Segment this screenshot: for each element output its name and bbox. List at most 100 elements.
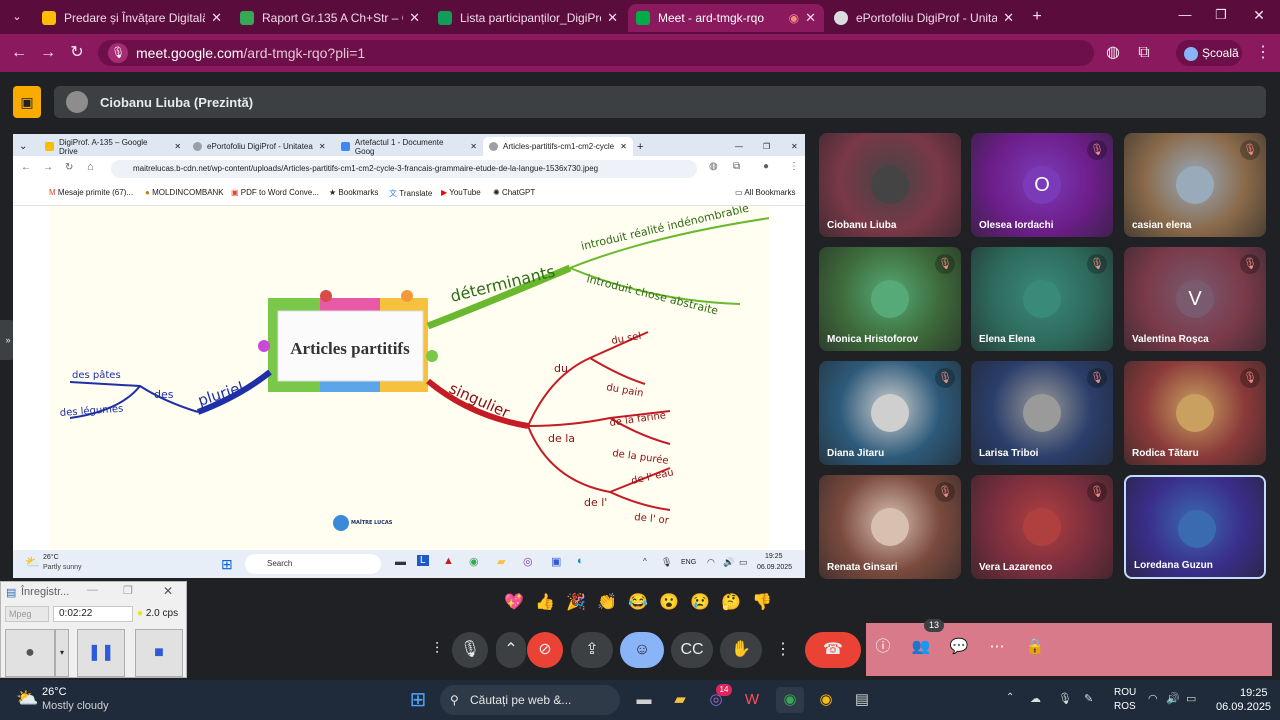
reaction-emoji[interactable]: 👎 (750, 592, 774, 612)
back-button[interactable]: ← (8, 42, 30, 64)
participant-tile[interactable]: 🎙 Monica Hristoforov (819, 247, 961, 351)
reaction-emoji[interactable]: 👍 (533, 592, 557, 612)
reaction-emoji[interactable]: 😮 (657, 592, 681, 612)
emoji-button[interactable]: ☺ (620, 632, 664, 668)
close-icon[interactable]: ✕ (409, 10, 420, 26)
app-icon[interactable]: ▤ (848, 687, 876, 713)
back-icon: ← (21, 162, 31, 173)
file-explorer-icon[interactable]: ▰ (666, 687, 694, 713)
taskbar-search[interactable]: ⚲ Căutați pe web &... (440, 685, 620, 715)
chrome-profile-icon[interactable]: ◉ (812, 687, 840, 713)
activities-icon[interactable]: ⋯ (982, 632, 1012, 662)
reload-icon: ↻ (65, 162, 74, 173)
reaction-emoji[interactable]: 🤔 (719, 592, 743, 612)
close-icon[interactable]: ✕ (607, 10, 618, 26)
windows-start-icon[interactable]: ⊞ (404, 687, 432, 713)
participant-tile[interactable]: 🎙 Elena Elena (971, 247, 1113, 351)
onedrive-icon[interactable]: ☁ (1030, 692, 1041, 705)
people-icon[interactable]: 👥 (906, 632, 936, 662)
new-tab-button[interactable]: + (1026, 6, 1048, 28)
participant-tile[interactable]: 🎙 Renata Ginsari (819, 475, 961, 579)
stop-button[interactable]: ■ (135, 629, 183, 677)
participant-tile[interactable]: 🎙 casian elena (1124, 133, 1266, 237)
tab-raport[interactable]: Raport Gr.135 A Ch+Str – Goog ✕ (232, 4, 428, 32)
forward-button[interactable]: → (37, 42, 59, 64)
recorder-fps: ● 2.0 cps (137, 608, 179, 619)
address-bar[interactable]: 🎙 meet.google.com/ard-tmgk-rqo?pli=1 (98, 40, 1094, 66)
more-options-button[interactable]: ⋮ (769, 632, 797, 668)
menu-kebab-icon[interactable]: ⋮ (1252, 42, 1274, 64)
close-window-button[interactable]: ✕ (1248, 4, 1270, 26)
bookmark-chatgpt: ✺ ChatGPT (493, 188, 536, 197)
recorder-format-select[interactable]: Mpeg (5, 606, 49, 622)
recorder-window: ▤ Înregistr... — ❐ ✕ Mpeg 0:02:22 ● 2.0 … (0, 581, 187, 678)
tab-predare[interactable]: Predare și Învățare Digitală Mo ✕ (34, 4, 230, 32)
close-icon[interactable]: ✕ (805, 10, 816, 26)
battery-icon[interactable]: ▭ (1186, 692, 1196, 705)
wps-icon[interactable]: W (738, 687, 766, 713)
camera-options-button[interactable]: ⌃ (496, 632, 526, 668)
wifi-icon[interactable]: ◠ (1148, 692, 1158, 705)
mic-icon[interactable]: 🎙 (1058, 692, 1072, 705)
reaction-emoji[interactable]: 💖 (502, 592, 526, 612)
close-icon[interactable]: ✕ (1003, 10, 1014, 26)
tab-meet[interactable]: Meet - ard-tmgk-rqo ◉ ✕ (628, 4, 824, 32)
maximize-button[interactable]: ❐ (1210, 4, 1232, 26)
participant-name: Monica Hristoforov (827, 334, 919, 345)
youtube-icon: ▶ (441, 188, 448, 197)
record-button[interactable]: ● (5, 629, 55, 677)
chat-icon[interactable]: 💬 (944, 632, 974, 662)
participant-tile[interactable]: 🎙 Diana Jitaru (819, 361, 961, 465)
tab-search-icon[interactable]: ⌄ (6, 6, 28, 28)
participant-tile[interactable]: 🎙 Rodica Tătaru (1124, 361, 1266, 465)
reload-button[interactable]: ↻ (66, 42, 88, 64)
pen-icon[interactable]: ✎ (1084, 692, 1093, 705)
shared-new-tab-icon: + (637, 140, 644, 153)
reaction-emoji[interactable]: 😢 (688, 592, 712, 612)
record-options-button[interactable]: ▾ (55, 629, 69, 677)
menu-kebab-icon: ⋮ (789, 161, 799, 172)
participant-tile[interactable]: Ciobanu Liuba (819, 133, 961, 237)
present-button[interactable]: ⇪ (571, 632, 613, 668)
leave-call-button[interactable]: ☎ (805, 632, 861, 668)
reaction-emoji[interactable]: 🎉 (564, 592, 588, 612)
captions-button[interactable]: CC (671, 632, 713, 668)
participant-tile[interactable]: V 🎙 Valentina Roșca (1124, 247, 1266, 351)
recorder-minimize-button[interactable]: — (87, 584, 98, 596)
raise-hand-button[interactable]: ✋ (720, 632, 762, 668)
tray-arrow-icon[interactable]: ⌃ (1006, 692, 1014, 703)
profile-button[interactable]: Școală (1176, 40, 1242, 66)
reaction-emoji[interactable]: 😂 (626, 592, 650, 612)
stop-presenting-icon[interactable]: ▣ (13, 86, 41, 118)
volume-icon[interactable]: 🔊 (1166, 692, 1180, 705)
pause-button[interactable]: ❚❚ (77, 629, 125, 677)
tab-eportofoliu[interactable]: ePortofoliu DigiProf - Unitatea ✕ (826, 4, 1022, 32)
microphone-button[interactable]: 🎙 (452, 632, 488, 668)
recorder-maximize-button[interactable]: ❐ (123, 584, 133, 597)
reaction-emoji[interactable]: 👏 (595, 592, 619, 612)
extensions-puzzle-icon[interactable]: ⧉ (1133, 42, 1155, 64)
extension-icon[interactable]: ◍ (1102, 42, 1124, 64)
chrome-icon[interactable]: ◉ (776, 687, 804, 713)
weather-icon[interactable]: ⛅ (16, 688, 38, 709)
participant-tile[interactable]: 🎙 Larisa Triboi (971, 361, 1113, 465)
participant-name: Ciobanu Liuba (827, 220, 897, 231)
task-view-icon[interactable]: ▬ (630, 687, 658, 713)
host-controls-icon[interactable]: 🔒 (1020, 632, 1050, 662)
minimize-button[interactable]: — (1174, 4, 1196, 26)
meeting-info-icon[interactable]: ⓘ (868, 632, 898, 662)
audio-settings-button[interactable]: ⫶ (421, 632, 453, 668)
close-icon[interactable]: ✕ (211, 10, 222, 26)
site-info-icon[interactable]: 🎙 (108, 43, 128, 63)
tab-lista[interactable]: Lista participanților_DigiProf Gr ✕ (430, 4, 626, 32)
participant-tile[interactable]: 🎙 Vera Lazarenco (971, 475, 1113, 579)
participant-tile[interactable]: O 🎙 Olesea Iordachi (971, 133, 1113, 237)
participant-tile[interactable]: Loredana Guzun (1124, 475, 1266, 579)
battery-icon: ▭ (739, 557, 748, 567)
shared-search-box: Search (245, 554, 381, 574)
participant-avatar: O (1023, 166, 1061, 204)
recorder-close-button[interactable]: ✕ (163, 584, 173, 598)
recorder-app-icon: ▤ (6, 587, 17, 599)
camera-off-button[interactable]: ⊘ (527, 632, 563, 668)
fps-dot-icon: ● (137, 608, 144, 619)
